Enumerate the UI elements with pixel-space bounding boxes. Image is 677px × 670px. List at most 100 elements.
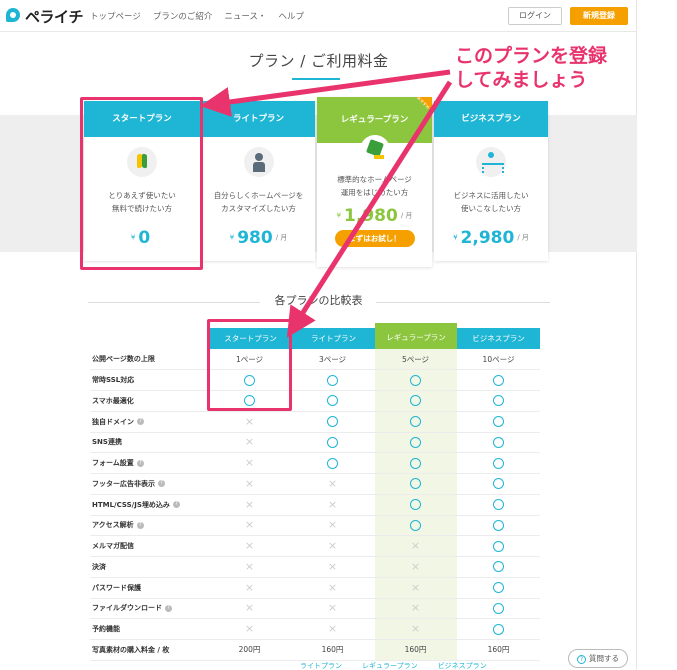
table-cell [291,432,374,454]
price-value: 1,980 [344,205,398,226]
available-circle-icon [493,602,504,614]
table-row: フッター広告非表示? × × [90,473,540,495]
unavailable-cross-icon: × [244,518,255,532]
unavailable-cross-icon: × [244,580,255,594]
question-icon: ? [577,654,586,664]
available-circle-icon [327,395,338,407]
plan-card-description: ビジネスに活用したい 使いこなしたい方 [434,189,548,215]
table-cell: 3ページ [291,349,374,371]
plan-desc-line: 使いこなしたい方 [461,204,521,213]
unavailable-cross-icon: × [410,622,421,636]
table-cell [374,494,457,516]
link-regular-plan[interactable]: レギュラープラン [362,661,418,670]
callout-line-1: このプランを登録 [455,45,608,67]
plan-card-description: 自分らしくホームページを カスタマイズしたい方 [202,189,315,215]
help-icon[interactable]: ? [165,604,172,612]
table-row: 常時SSL対応 [90,369,540,391]
table-cell: × [208,452,291,474]
main-nav: トップページ プランのご紹介 ニュース・ ヘルプ [90,10,304,22]
table-cell: × [374,556,457,578]
table-cell [457,411,540,433]
plan-desc-line: ビジネスに活用したい [453,191,529,200]
table-cell [457,556,540,578]
help-icon[interactable]: ? [137,418,144,426]
login-button[interactable]: ログイン [508,7,562,25]
help-icon[interactable]: ? [158,480,165,488]
table-cell [291,411,374,433]
callout-line-2: してみましょう [455,69,588,91]
feature-label-text: メルマガ配信 [92,542,134,551]
unavailable-cross-icon: × [327,601,338,615]
plan-card-title: ビジネスプラン [434,101,548,137]
try-regular-button[interactable]: まずはお試し！ [334,229,415,247]
table-cell: × [208,535,291,557]
price-period: / 月 [517,233,529,242]
feature-label: HTML/CSS/JS埋め込み? [90,494,208,516]
available-circle-icon [410,457,421,469]
feature-label-text: SNS連携 [92,438,122,447]
table-cell: × [374,618,457,640]
table-row: スマホ最適化 [90,390,540,412]
available-circle-icon [493,374,504,386]
feature-label-text: HTML/CSS/JS埋め込み [92,500,170,509]
ask-question-button[interactable]: ? 質問する [568,649,628,668]
table-cell: × [374,598,457,620]
nav-item-plans[interactable]: プランのご紹介 [153,10,213,22]
plan-card-light[interactable]: ライトプラン 自分らしくホームページを カスタマイズしたい方 ¥980/ 月 [202,101,315,261]
available-circle-icon [327,457,338,469]
available-circle-icon [493,519,504,531]
help-icon[interactable]: ? [136,521,144,529]
available-circle-icon [493,623,504,635]
logo[interactable]: ペライチ [6,6,84,27]
table-cell: × [291,535,374,557]
feature-label-text: スマホ最適化 [92,396,134,405]
table-cell [374,432,457,454]
unavailable-cross-icon: × [327,539,338,553]
plan-card-business[interactable]: ビジネスプラン ビジネスに活用したい 使いこなしたい方 ¥2,980/ 月 [434,101,548,261]
available-circle-icon [493,395,504,407]
page-edge-divider [636,0,637,670]
nav-item-top[interactable]: トップページ [90,10,141,22]
plan-card-description: 標準的なホームページ 運用をはじめたい方 [317,173,432,199]
table-cell [457,515,540,537]
cell-text: 160円 [321,645,344,655]
feature-label: 決済 [90,556,208,578]
nav-item-news[interactable]: ニュース・ [224,10,266,22]
unavailable-cross-icon: × [410,539,421,553]
table-cell [457,473,540,495]
table-cell [291,452,374,474]
table-cell: × [291,473,374,495]
available-circle-icon [493,499,504,511]
available-circle-icon [493,457,504,469]
feature-label-text: 予約機能 [92,625,120,634]
highlight-box-start-column [207,319,292,411]
available-circle-icon [493,416,504,428]
unavailable-cross-icon: × [410,580,421,594]
table-row: パスワード保護 × × × [90,577,540,599]
available-circle-icon [410,436,421,448]
logo-icon [6,7,22,26]
link-light-plan[interactable]: ライトプラン [300,661,342,670]
feature-label: 予約機能 [90,618,208,640]
highlight-box-start-card [80,97,203,270]
table-cell: × [291,556,374,578]
price-period: / 月 [400,211,413,220]
table-cell [374,411,457,433]
available-circle-icon [493,561,504,573]
plan-card-regular[interactable]: レギュラープラン おすすめ 標準的なホームページ 運用をはじめたい方 ¥1,98… [317,97,432,267]
link-business-plan[interactable]: ビジネスプラン [438,661,487,670]
column-header-business: ビジネスプラン [457,328,540,349]
help-icon[interactable]: ? [136,459,144,467]
table-row: 公開ページ数の上限 1ページ 3ページ 5ページ 10ページ [90,349,540,371]
available-circle-icon [493,478,504,490]
feature-label: フォーム設置? [90,452,208,474]
available-circle-icon [410,374,421,386]
plan-price: ¥980/ 月 [202,227,315,248]
help-icon[interactable]: ? [172,501,180,509]
register-button[interactable]: 新規登録 [570,7,628,25]
cell-text: 160円 [404,645,427,655]
feature-label: 写真素材の購入料金 / 枚 [90,639,208,661]
available-circle-icon [327,374,338,386]
nav-item-help[interactable]: ヘルプ [278,10,304,22]
unavailable-cross-icon: × [244,539,255,553]
